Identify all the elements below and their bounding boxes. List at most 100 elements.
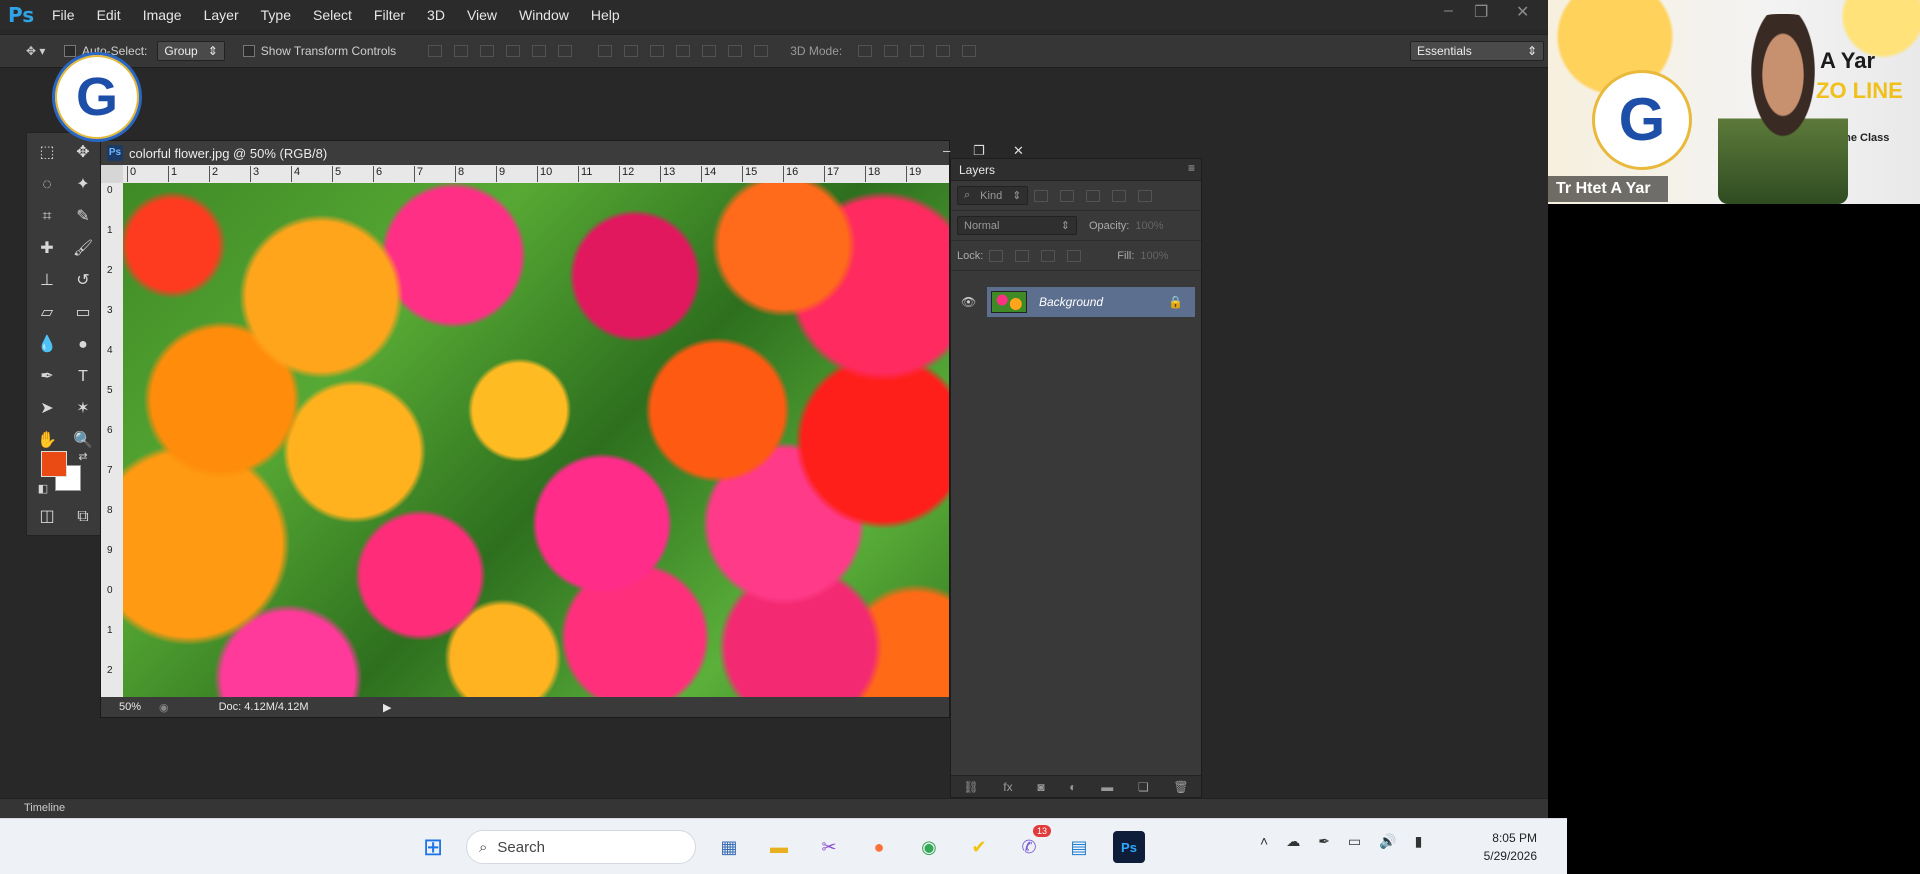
chrome-icon[interactable]: ◉ <box>913 831 945 863</box>
lock-icon[interactable]: 🔒 <box>1168 295 1183 309</box>
auto-align-icon[interactable] <box>754 45 769 57</box>
move-tool-preset-icon[interactable]: ✥ ▾ <box>26 44 64 58</box>
align-left-icon[interactable] <box>506 45 521 57</box>
scale-3d-icon[interactable] <box>962 45 977 57</box>
filter-type-icon[interactable] <box>1086 189 1101 202</box>
history-brush-icon[interactable]: ↺ <box>71 269 95 293</box>
roll-3d-icon[interactable] <box>884 45 899 57</box>
path-selection-icon[interactable]: ➤ <box>35 397 59 421</box>
crop-tool-icon[interactable]: ⌗ <box>35 205 59 229</box>
auto-select-dropdown[interactable]: Group ⇕ <box>157 41 225 61</box>
rotate-3d-icon[interactable] <box>858 45 873 57</box>
distribute-vcenter-icon[interactable] <box>624 45 639 57</box>
adjustment-layer-icon[interactable]: ◐ <box>1069 780 1076 794</box>
add-mask-icon[interactable]: ◙ <box>1037 780 1044 794</box>
photoshop-taskbar-icon[interactable]: Ps <box>1113 831 1145 863</box>
distribute-left-icon[interactable] <box>676 45 691 57</box>
distribute-hcenter-icon[interactable] <box>702 45 717 57</box>
menu-type[interactable]: Type <box>261 7 291 23</box>
move-tool-icon[interactable]: ✥ <box>71 141 95 165</box>
distribute-top-icon[interactable] <box>598 45 613 57</box>
slide-3d-icon[interactable] <box>936 45 951 57</box>
close-icon[interactable]: ✕ <box>1516 2 1529 22</box>
eraser-tool-icon[interactable]: ▱ <box>35 301 59 325</box>
display-icon[interactable]: ▭ <box>1348 833 1361 850</box>
lock-position-icon[interactable] <box>1041 249 1056 262</box>
menu-file[interactable]: File <box>52 7 75 23</box>
align-right-icon[interactable] <box>558 45 573 57</box>
eye-icon[interactable]: 👁 <box>961 295 976 309</box>
menu-filter[interactable]: Filter <box>374 7 405 23</box>
align-bottom-icon[interactable] <box>480 45 495 57</box>
image-canvas[interactable] <box>123 183 949 699</box>
new-group-icon[interactable]: ▬ <box>1101 780 1113 794</box>
lock-transparent-icon[interactable] <box>989 249 1004 262</box>
lasso-tool-icon[interactable]: ◌ <box>35 173 59 197</box>
viber-icon[interactable]: ✆ 13 <box>1013 825 1051 863</box>
distribute-bottom-icon[interactable] <box>650 45 665 57</box>
file-explorer-icon[interactable]: ▬ <box>763 831 795 863</box>
shape-tool-icon[interactable]: ✶ <box>71 397 95 421</box>
horizontal-ruler[interactable]: 0 1 2 3 4 5 6 7 8 9 10 11 12 13 14 15 16 17 18 19 <box>123 165 949 183</box>
delete-layer-icon[interactable]: 🗑 <box>1173 780 1188 794</box>
fx-icon[interactable]: fx <box>1003 780 1012 794</box>
snipping-tool-icon[interactable]: ✂ <box>813 831 845 863</box>
blend-mode-dropdown[interactable]: Normal ⇕ <box>957 216 1077 235</box>
firefox-icon[interactable]: ● <box>863 831 895 863</box>
menu-layer[interactable]: Layer <box>204 7 239 23</box>
doc-close-icon[interactable]: ✕ <box>1013 143 1024 159</box>
menu-image[interactable]: Image <box>143 7 182 23</box>
healing-brush-icon[interactable]: ✚ <box>35 237 59 261</box>
restore-icon[interactable]: ❐ <box>1474 2 1488 22</box>
menu-edit[interactable]: Edit <box>97 7 121 23</box>
type-tool-icon[interactable]: T <box>71 365 95 389</box>
cloud-off-icon[interactable]: ☁ <box>1286 833 1300 850</box>
timeline-panel[interactable]: Timeline <box>0 798 1548 818</box>
gradient-tool-icon[interactable]: ▭ <box>71 301 95 325</box>
status-menu-arrow-icon[interactable]: ▶ <box>383 701 391 714</box>
align-hcenter-icon[interactable] <box>532 45 547 57</box>
dodge-tool-icon[interactable]: ● <box>71 333 95 357</box>
norton-icon[interactable]: ✔ <box>963 831 995 863</box>
taskbar-search[interactable]: ⌕ Search <box>466 830 696 864</box>
chevron-up-icon[interactable]: ˄ <box>1260 833 1268 850</box>
quick-mask-icon[interactable]: ◫ <box>35 505 59 529</box>
hand-tool-icon[interactable]: ✋ <box>35 429 59 453</box>
lock-pixels-icon[interactable] <box>1015 249 1030 262</box>
menu-window[interactable]: Window <box>519 7 569 23</box>
layer-row-background[interactable]: Background 🔒 <box>987 287 1195 317</box>
magic-wand-icon[interactable]: ✦ <box>71 173 95 197</box>
eyedropper-icon[interactable]: ✎ <box>71 205 95 229</box>
filter-kind-dropdown[interactable]: ⌕ Kind ⇕ <box>957 186 1029 205</box>
pen-icon[interactable]: ✒ <box>1318 833 1330 850</box>
layers-panel-header[interactable]: Layers ≡ <box>951 159 1201 181</box>
marquee-tool-icon[interactable]: ⬚ <box>35 141 59 165</box>
swap-colors-icon[interactable]: ⇄ <box>71 445 95 469</box>
menu-view[interactable]: View <box>467 7 497 23</box>
menu-help[interactable]: Help <box>591 7 620 23</box>
volume-icon[interactable]: 🔊 <box>1379 833 1396 850</box>
screen-mode-icon[interactable]: ⧉ <box>71 505 95 529</box>
minimize-icon[interactable]: – <box>1444 2 1453 20</box>
notepad-icon[interactable]: ▤ <box>1063 831 1095 863</box>
layer-name[interactable]: Background <box>1039 295 1103 309</box>
clone-stamp-icon[interactable]: ⊥ <box>35 269 59 293</box>
document-tab[interactable]: Ps colorful flower.jpg @ 50% (RGB/8) – ❐… <box>101 141 1024 165</box>
link-layers-icon[interactable]: ⛓ <box>963 780 978 794</box>
drag-3d-icon[interactable] <box>910 45 925 57</box>
filter-smart-icon[interactable] <box>1138 189 1153 202</box>
calculator-icon[interactable]: ▦ <box>713 831 745 863</box>
doc-restore-icon[interactable]: ❐ <box>973 143 985 159</box>
align-top-icon[interactable] <box>428 45 443 57</box>
opacity-value[interactable]: 100% <box>1135 220 1163 232</box>
menu-3d[interactable]: 3D <box>427 7 445 23</box>
doc-minimize-icon[interactable]: – <box>943 143 950 158</box>
foreground-color-swatch[interactable] <box>41 451 67 477</box>
clock[interactable]: 8:05 PM 5/29/2026 <box>1484 829 1537 865</box>
filter-pixel-icon[interactable] <box>1034 189 1049 202</box>
zoom-level[interactable]: 50% <box>119 701 159 713</box>
filter-adjust-icon[interactable] <box>1060 189 1075 202</box>
doc-info[interactable]: Doc: 4.12M/4.12M <box>219 701 309 713</box>
vertical-ruler[interactable]: 0 1 2 3 4 5 6 7 8 9 0 1 2 <box>101 183 123 699</box>
filter-shape-icon[interactable] <box>1112 189 1127 202</box>
